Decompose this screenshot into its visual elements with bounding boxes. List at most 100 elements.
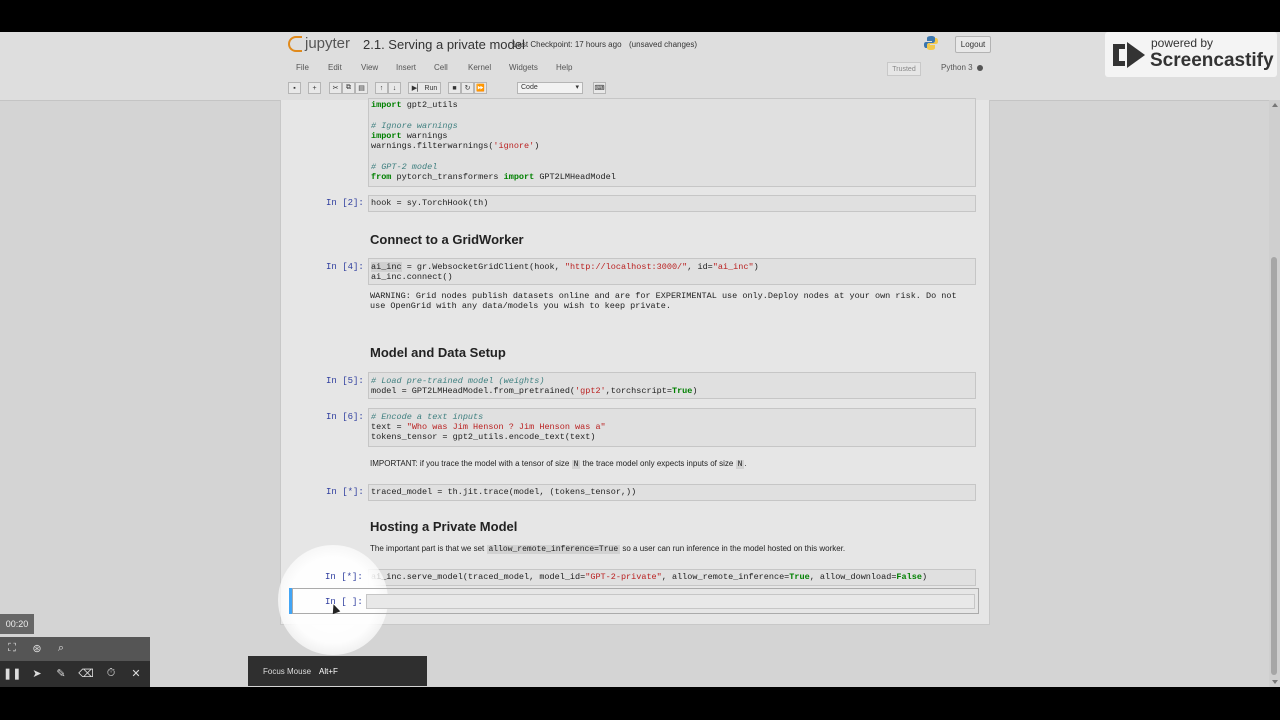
unsaved-indicator: (unsaved changes) bbox=[629, 40, 698, 49]
move-down-button[interactable]: ↓ bbox=[388, 82, 401, 94]
menu-view[interactable]: View bbox=[361, 63, 378, 72]
cell-output-warning: WARNING: Grid nodes publish datasets onl… bbox=[370, 291, 957, 301]
menu-file[interactable]: File bbox=[296, 63, 309, 72]
keyboard-icon: ⌨ bbox=[594, 85, 605, 92]
logout-button[interactable]: Logout bbox=[955, 36, 991, 53]
screencastify-badge: powered by Screencastify bbox=[1105, 32, 1277, 77]
run-button[interactable]: ▶▏ Run bbox=[408, 82, 441, 94]
focus-mouse-shortcut: Alt+F bbox=[319, 667, 338, 676]
code-line: from pytorch_transformers import GPT2LMH… bbox=[371, 172, 616, 182]
paste-icon: ▤ bbox=[358, 85, 365, 92]
code-line: traced_model = th.jit.trace(model, (toke… bbox=[371, 487, 637, 497]
pen-icon[interactable]: ✎ bbox=[52, 667, 70, 680]
code-comment: # Load pre-trained model (weights) bbox=[371, 376, 545, 386]
heading-model-setup: Model and Data Setup bbox=[370, 345, 506, 360]
cell-prompt: In [5]: bbox=[326, 376, 364, 386]
recording-actions-row: ❚❚ ➤ ✎ ⌫ ⏱ ✕ bbox=[0, 661, 150, 687]
code-comment: # GPT-2 model bbox=[371, 162, 438, 172]
scroll-up-icon[interactable] bbox=[1272, 103, 1278, 107]
empty-code-input[interactable] bbox=[366, 594, 975, 609]
save-button[interactable]: ▪ bbox=[288, 82, 301, 94]
restart-icon: ↻ bbox=[464, 85, 471, 92]
jupyter-logo-text: jupyter bbox=[305, 35, 351, 52]
arrow-down-icon: ↓ bbox=[392, 84, 397, 92]
move-up-button[interactable]: ↑ bbox=[375, 82, 388, 94]
code-line: text = "Who was Jim Henson ? Jim Henson … bbox=[371, 422, 606, 432]
code-comment: # Encode a text inputs bbox=[371, 412, 484, 422]
copy-button[interactable]: ⧉ bbox=[342, 82, 355, 94]
markdown-important-note: IMPORTANT: if you trace the model with a… bbox=[370, 459, 747, 469]
screencastify-brand: Screencastify bbox=[1150, 50, 1274, 71]
notebook-title[interactable]: 2.1. Serving a private model bbox=[363, 37, 525, 52]
menu-insert[interactable]: Insert bbox=[396, 63, 416, 72]
paste-button[interactable]: ▤ bbox=[355, 82, 368, 94]
code-line: warnings.filterwarnings('ignore') bbox=[371, 141, 540, 151]
restart-run-all-button[interactable]: ⏩ bbox=[474, 82, 487, 94]
arrow-up-icon: ↑ bbox=[379, 84, 384, 92]
insert-cell-button[interactable]: + bbox=[308, 82, 321, 94]
cell-prompt: In [2]: bbox=[326, 198, 364, 208]
recording-tools-row: ⛶ ⊛ ⌕ bbox=[0, 637, 150, 661]
cut-button[interactable]: ✂ bbox=[329, 82, 342, 94]
fast-forward-icon: ⏩ bbox=[476, 85, 485, 92]
focus-mouse-label: Focus Mouse bbox=[263, 667, 312, 676]
notebook-container: import gpt2_utils # Ignore warnings impo… bbox=[280, 98, 990, 625]
recording-controls: 00:20 ⛶ ⊛ ⌕ ❚❚ ➤ ✎ ⌫ ⏱ ✕ bbox=[0, 614, 150, 687]
heading-hosting: Hosting a Private Model bbox=[370, 519, 518, 534]
code-line: ai_inc.connect() bbox=[371, 272, 453, 282]
kernel-status-icon bbox=[976, 64, 983, 71]
chevron-down-icon: ▾ bbox=[575, 84, 579, 91]
cell-prompt: In [*]: bbox=[326, 487, 364, 497]
code-line: model = GPT2LMHeadModel.from_pretrained(… bbox=[371, 386, 698, 396]
powered-by-label: powered by bbox=[1151, 36, 1214, 50]
code-line: import warnings bbox=[371, 131, 448, 141]
screencastify-logo-icon bbox=[1113, 42, 1145, 68]
menu-kernel[interactable]: Kernel bbox=[468, 63, 491, 72]
save-icon: ▪ bbox=[293, 84, 296, 92]
scrollbar-thumb[interactable] bbox=[1271, 257, 1277, 675]
heading-connect: Connect to a GridWorker bbox=[370, 232, 524, 247]
interrupt-button[interactable]: ■ bbox=[448, 82, 461, 94]
cell-type-select[interactable]: Code ▾ bbox=[517, 82, 583, 94]
close-icon[interactable]: ✕ bbox=[127, 667, 145, 680]
kernel-name: Python 3 bbox=[941, 63, 973, 72]
menu-help[interactable]: Help bbox=[556, 63, 572, 72]
trusted-indicator[interactable]: Trusted bbox=[887, 62, 921, 76]
code-line: import gpt2_utils bbox=[371, 100, 458, 110]
code-line: hook = sy.TorchHook(th) bbox=[371, 198, 489, 208]
plus-icon: + bbox=[312, 84, 317, 92]
python-icon bbox=[924, 36, 938, 50]
browser-viewport: jupyter 2.1. Serving a private model Las… bbox=[0, 32, 1280, 687]
jupyter-header: jupyter 2.1. Serving a private model Las… bbox=[0, 32, 1280, 101]
page-scrollbar[interactable] bbox=[1269, 100, 1280, 687]
cell-output-warning: use OpenGrid with any data/models you wi… bbox=[370, 301, 671, 311]
focus-mouse-tooltip: Focus Mouse Alt+F bbox=[248, 656, 427, 686]
jupyter-logo-icon bbox=[288, 35, 302, 52]
code-comment: # Ignore warnings bbox=[371, 121, 458, 131]
menu-cell[interactable]: Cell bbox=[434, 63, 448, 72]
fullscreen-icon[interactable]: ⛶ bbox=[3, 642, 21, 655]
jupyter-logo[interactable]: jupyter bbox=[288, 35, 350, 52]
run-label: Run bbox=[424, 84, 438, 92]
focus-target-icon[interactable]: ⊛ bbox=[28, 642, 46, 655]
eraser-icon[interactable]: ⌫ bbox=[77, 667, 95, 680]
menu-widgets[interactable]: Widgets bbox=[509, 63, 538, 72]
zoom-icon[interactable]: ⌕ bbox=[52, 642, 70, 655]
scroll-down-icon[interactable] bbox=[1272, 680, 1278, 684]
kernel-indicator: Python 3 bbox=[941, 63, 983, 72]
timer-icon[interactable]: ⏱ bbox=[102, 667, 120, 680]
cell-prompt: In [6]: bbox=[326, 412, 364, 422]
code-line: ai_inc.serve_model(traced_model, model_i… bbox=[371, 572, 928, 582]
last-checkpoint: Last Checkpoint: 17 hours ago bbox=[513, 40, 622, 49]
cursor-icon[interactable]: ➤ bbox=[28, 667, 46, 680]
command-palette-button[interactable]: ⌨ bbox=[593, 82, 606, 94]
cell-prompt: In [4]: bbox=[326, 262, 364, 272]
restart-button[interactable]: ↻ bbox=[461, 82, 474, 94]
copy-icon: ⧉ bbox=[346, 84, 351, 91]
recording-timer: 00:20 bbox=[0, 614, 34, 634]
pause-icon[interactable]: ❚❚ bbox=[3, 667, 21, 680]
cell-type-value: Code bbox=[521, 84, 538, 91]
cell-prompt: In [*]: bbox=[325, 572, 363, 582]
stop-icon: ■ bbox=[452, 84, 457, 92]
menu-edit[interactable]: Edit bbox=[328, 63, 342, 72]
